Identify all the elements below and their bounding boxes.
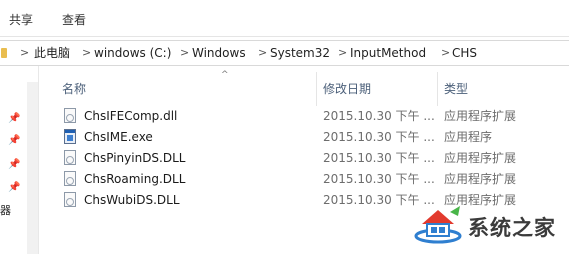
file-name: ChsPinyinDS.DLL xyxy=(84,151,186,165)
nav-item-label[interactable]: 器 xyxy=(0,202,11,218)
file-row[interactable]: ChsRoaming.DLL 2015.10.30 下午 ... 应用程序扩展 xyxy=(40,168,569,190)
house-logo-icon xyxy=(414,206,462,244)
column-divider[interactable] xyxy=(437,72,438,106)
file-date: 2015.10.30 下午 ... xyxy=(323,151,435,165)
folder-icon xyxy=(1,48,7,58)
file-name: ChsIME.exe xyxy=(84,130,153,144)
file-type: 应用程序扩展 xyxy=(444,172,517,186)
chevron-right-icon[interactable]: > xyxy=(82,45,91,61)
column-divider[interactable] xyxy=(316,72,317,106)
file-name: ChsRoaming.DLL xyxy=(84,172,186,186)
column-header: ^ 名称 修改日期 类型 大 xyxy=(40,66,569,106)
file-date: 2015.10.30 下午 ... xyxy=(323,109,435,123)
file-date: 2015.10.30 下午 ... xyxy=(323,172,435,186)
navigation-scrollbar[interactable] xyxy=(27,82,38,254)
column-name[interactable]: 名称 xyxy=(62,80,86,98)
exe-file-icon xyxy=(64,129,76,144)
file-type: 应用程序扩展 xyxy=(444,109,517,123)
chevron-right-icon[interactable]: > xyxy=(441,45,450,61)
watermark-text: 系统之家 xyxy=(468,216,556,240)
column-type[interactable]: 类型 xyxy=(444,80,468,98)
tab-share[interactable]: 共享 xyxy=(7,11,35,29)
file-row[interactable]: ChsPinyinDS.DLL 2015.10.30 下午 ... 应用程序扩展 xyxy=(40,147,569,169)
dll-file-icon xyxy=(64,108,76,123)
chevron-right-icon[interactable]: > xyxy=(258,45,267,61)
chevron-right-icon[interactable]: > xyxy=(338,45,347,61)
tab-view[interactable]: 查看 xyxy=(60,11,88,29)
sort-up-icon[interactable]: ^ xyxy=(221,70,229,80)
dll-file-icon xyxy=(64,150,76,165)
chevron-right-icon[interactable]: > xyxy=(20,45,29,61)
chevron-right-icon[interactable]: > xyxy=(180,45,189,61)
watermark: 系统之家 xyxy=(414,206,564,246)
ribbon: 共享 查看 xyxy=(0,0,569,37)
file-row[interactable]: ChsIFEComp.dll 2015.10.30 下午 ... 应用程序扩展 xyxy=(40,105,569,127)
file-name: ChsIFEComp.dll xyxy=(84,109,178,123)
pin-icon[interactable]: 📌 xyxy=(8,182,20,194)
address-bar[interactable]: > 此电脑 > windows (C:) > Windows > System3… xyxy=(0,40,569,66)
column-date[interactable]: 修改日期 xyxy=(323,80,371,98)
pin-icon[interactable]: 📌 xyxy=(8,113,20,125)
file-row[interactable]: ChsIME.exe 2015.10.30 下午 ... 应用程序 xyxy=(40,126,569,148)
breadcrumb-drive-c[interactable]: windows (C:) xyxy=(94,45,171,61)
breadcrumb-inputmethod[interactable]: InputMethod xyxy=(350,45,426,61)
pin-icon[interactable]: 📌 xyxy=(8,159,20,171)
file-date: 2015.10.30 下午 ... xyxy=(323,130,435,144)
file-type: 应用程序 xyxy=(444,130,493,144)
breadcrumb-this-pc[interactable]: 此电脑 xyxy=(34,45,70,61)
breadcrumb-system32[interactable]: System32 xyxy=(270,45,330,61)
pin-icon[interactable]: 📌 xyxy=(8,135,20,147)
breadcrumb-windows[interactable]: Windows xyxy=(192,45,246,61)
file-type: 应用程序扩展 xyxy=(444,151,517,165)
file-name: ChsWubiDS.DLL xyxy=(84,193,180,207)
breadcrumb-chs[interactable]: CHS xyxy=(452,45,477,61)
dll-file-icon xyxy=(64,192,76,207)
dll-file-icon xyxy=(64,171,76,186)
